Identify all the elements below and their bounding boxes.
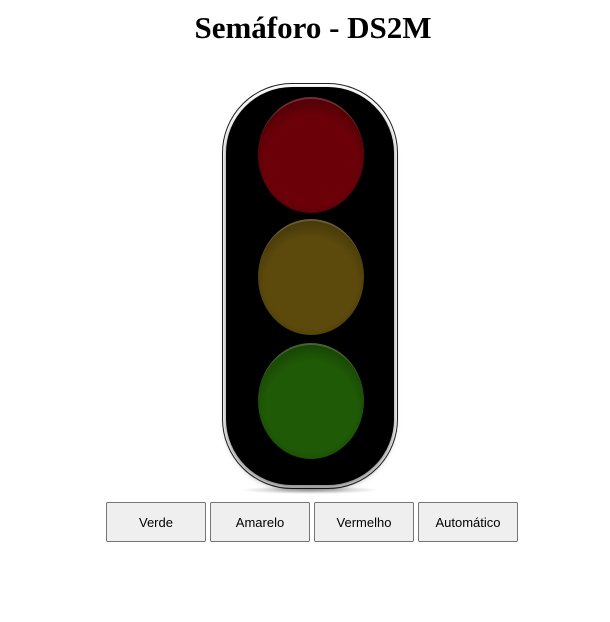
- control-buttons: Verde Amarelo Vermelho Automático: [106, 502, 518, 542]
- yellow-lamp: [258, 219, 364, 335]
- traffic-light-housing: [226, 87, 394, 485]
- traffic-light: [222, 83, 400, 495]
- automatic-button[interactable]: Automático: [418, 502, 518, 542]
- red-lamp: [258, 97, 364, 213]
- page-title: Semáforo - DS2M: [194, 10, 432, 45]
- green-lamp: [258, 343, 364, 459]
- red-button[interactable]: Vermelho: [314, 502, 414, 542]
- traffic-light-shadow: [240, 486, 380, 494]
- green-button[interactable]: Verde: [106, 502, 206, 542]
- yellow-button[interactable]: Amarelo: [210, 502, 310, 542]
